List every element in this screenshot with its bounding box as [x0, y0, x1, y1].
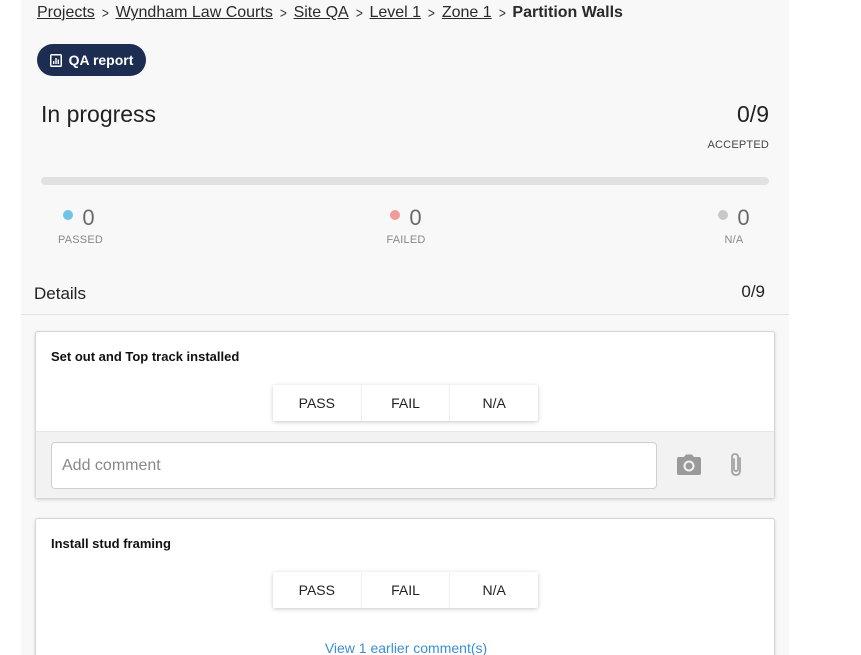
checklist-item-card: Set out and Top track installed PASS FAI…	[35, 331, 775, 499]
stat-passed: 0 PASSED	[58, 205, 104, 246]
progress-bar	[41, 177, 769, 185]
right-margin	[789, 0, 861, 655]
comment-input[interactable]	[51, 442, 657, 489]
result-selector: PASS FAIL N/A	[273, 385, 538, 421]
fail-option[interactable]: FAIL	[360, 385, 450, 421]
chevron-right-icon: >	[355, 4, 363, 22]
passed-label: PASSED	[58, 234, 104, 246]
breadcrumb-projects[interactable]: Projects	[37, 4, 95, 22]
details-header: Details 0/9	[21, 271, 789, 315]
chevron-right-icon: >	[101, 4, 109, 22]
checklist-item-card: Install stud framing PASS FAIL N/A View …	[35, 518, 775, 655]
pass-option[interactable]: PASS	[273, 385, 361, 421]
chevron-right-icon: >	[427, 4, 435, 22]
breadcrumb-current: Partition Walls	[512, 4, 623, 21]
fail-option[interactable]: FAIL	[360, 572, 450, 608]
camera-icon[interactable]	[676, 454, 702, 476]
na-count: 0	[737, 205, 750, 230]
failed-dot-icon	[390, 210, 401, 220]
details-title: Details	[34, 284, 86, 303]
item-title: Install stud framing	[51, 536, 171, 551]
failed-count: 0	[409, 205, 422, 230]
chevron-right-icon: >	[279, 4, 287, 22]
view-earlier-comments-link[interactable]: View 1 earlier comment(s)	[36, 640, 776, 655]
pass-option[interactable]: PASS	[273, 572, 361, 608]
breadcrumb-level[interactable]: Level 1	[369, 4, 421, 22]
breadcrumb-site-qa[interactable]: Site QA	[294, 4, 349, 22]
status-title: In progress	[41, 101, 157, 127]
item-title: Set out and Top track installed	[51, 349, 240, 364]
qa-report-label: QA report	[68, 52, 134, 68]
passed-dot-icon	[63, 210, 74, 220]
accepted-count: 0/9	[737, 101, 769, 127]
failed-label: FAILED	[386, 234, 426, 246]
chevron-right-icon: >	[498, 4, 506, 22]
breadcrumb: Projects > Wyndham Law Courts > Site QA …	[37, 2, 623, 24]
na-option[interactable]: N/A	[449, 385, 538, 421]
na-label: N/A	[724, 234, 744, 246]
na-dot-icon	[718, 210, 729, 220]
details-count: 0/9	[741, 282, 765, 301]
breadcrumb-project[interactable]: Wyndham Law Courts	[116, 4, 273, 22]
stat-na: 0 N/A	[714, 205, 754, 246]
accepted-label: ACCEPTED	[707, 139, 769, 151]
na-option[interactable]: N/A	[449, 572, 538, 608]
qa-report-button[interactable]: QA report	[37, 44, 146, 76]
stat-failed: 0 FAILED	[386, 205, 426, 246]
attachment-icon[interactable]	[727, 452, 747, 478]
result-selector: PASS FAIL N/A	[273, 572, 538, 608]
comment-area	[36, 431, 774, 498]
report-chart-icon	[49, 53, 62, 67]
passed-count: 0	[82, 205, 95, 230]
breadcrumb-zone[interactable]: Zone 1	[442, 4, 492, 22]
